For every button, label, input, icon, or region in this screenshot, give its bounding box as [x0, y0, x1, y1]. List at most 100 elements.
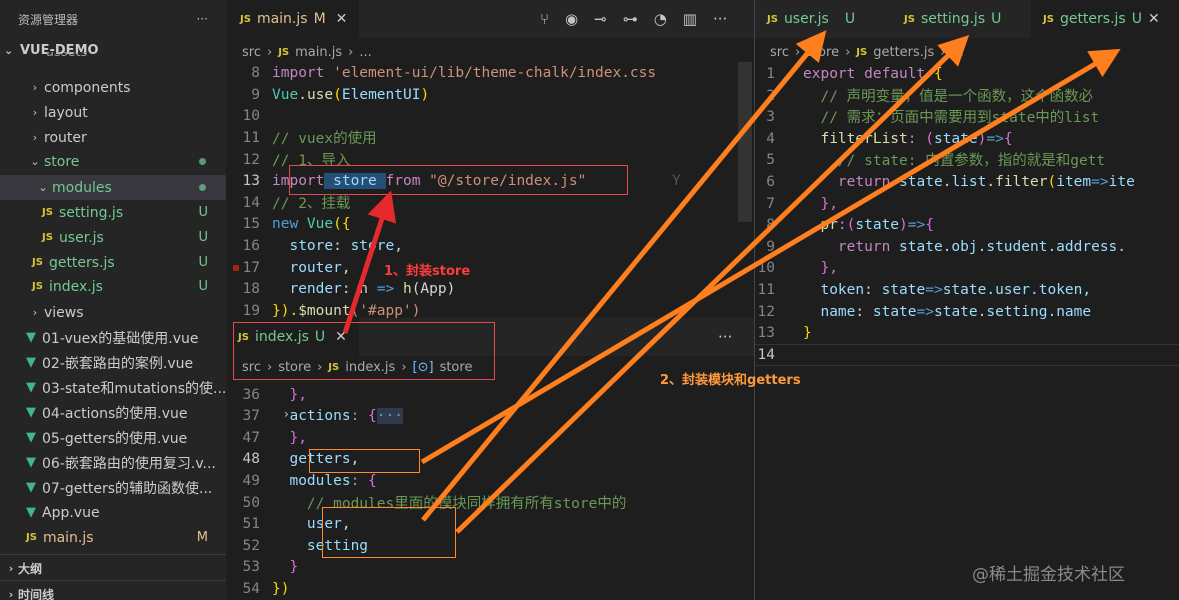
fold-indicator[interactable]: ···	[376, 407, 403, 424]
close-icon[interactable]: ✕	[336, 11, 348, 27]
tree-item-vue-03[interactable]: ▼ 03-state和mutations的使...	[0, 375, 226, 400]
code-token: state.obj.student.address.	[890, 238, 1127, 255]
tree-item-label: views	[44, 304, 84, 321]
line-number: 19	[242, 302, 260, 319]
tree-item-modules[interactable]: ⌄ modules	[0, 175, 226, 200]
timeline-section[interactable]: › 时间线	[0, 582, 226, 600]
js-file-icon: JS	[904, 13, 915, 25]
breadcrumb-item[interactable]: main.js	[295, 45, 342, 60]
js-file-icon: JS	[856, 46, 868, 58]
highlight-box-import-store	[289, 165, 628, 195]
code-token: )	[899, 216, 908, 233]
code-token: modules	[272, 472, 351, 489]
breadcrumb-item[interactable]: src	[770, 45, 789, 60]
code-token: },	[803, 259, 838, 276]
line-number: 1	[766, 65, 775, 82]
line-number: 10	[242, 107, 260, 124]
code-line: 9 return state.obj.student.address.	[755, 236, 1126, 258]
line-number: 3	[766, 108, 775, 125]
code-token: ElementUI	[341, 86, 421, 103]
code-token: $mount	[298, 302, 351, 319]
tree-item-getters-js[interactable]: JS getters.js U	[0, 250, 226, 275]
tree-item-views[interactable]: › views	[0, 300, 226, 325]
chevron-right-icon[interactable]: ›	[284, 407, 289, 421]
code-token: =>	[925, 281, 943, 298]
tree-item-vue-06[interactable]: ▼ 06-嵌套路由的使用复习.v...	[0, 450, 226, 475]
line-number: 50	[242, 494, 260, 511]
vue-file-icon: ▼	[26, 455, 36, 470]
line-number: 51	[242, 515, 260, 532]
tree-item-user-js[interactable]: JS user.js U	[0, 225, 226, 250]
tree-item-vue-07[interactable]: ▼ 07-getters的辅助函数使...	[0, 475, 226, 500]
line-number: 47	[242, 429, 260, 446]
breadcrumb-item[interactable]: ...	[359, 45, 371, 60]
breadcrumb-item[interactable]: getters.js	[873, 45, 934, 60]
tab-user-js[interactable]: JS user.js U	[755, 0, 891, 38]
tree-item-setting-js[interactable]: JS setting.js U	[0, 200, 226, 225]
code-line: 47 },	[226, 427, 307, 449]
line-number: 13	[757, 324, 775, 341]
tab-status: U	[1131, 11, 1142, 27]
tree-item-label: 03-state和mutations的使...	[42, 380, 226, 397]
code-line: 14 // 2、挂载	[226, 192, 351, 214]
code-token: .	[942, 173, 952, 190]
timeline-label: 时间线	[18, 588, 55, 600]
tree-item-label: App.vue	[42, 504, 100, 521]
git-compare-icon[interactable]: ◉	[565, 10, 578, 28]
tree-item-vue-01[interactable]: ▼ 01-vuex的基础使用.vue	[0, 325, 226, 350]
vue-file-icon: ▼	[26, 330, 36, 345]
code-token: : (	[907, 130, 934, 147]
chevron-down-icon: ⌄	[30, 155, 40, 168]
git-next-icon[interactable]: ⊶	[623, 10, 638, 28]
code-token: =>	[916, 303, 934, 320]
timeline-icon[interactable]: ◔	[654, 10, 667, 28]
tree-item-store[interactable]: ⌄ store	[0, 149, 226, 174]
more-actions-icon[interactable]: ···	[713, 10, 727, 28]
more-actions-icon[interactable]: ···	[197, 12, 208, 26]
tree-item-label: 06-嵌套路由的使用复习.v...	[42, 455, 216, 472]
code-token: state.user.token,	[942, 281, 1092, 298]
breadcrumb: src › store › JS getters.js › ...	[770, 40, 964, 64]
code-comment: // vuex的使用	[272, 131, 377, 148]
tab-main-js[interactable]: JS main.js M ✕	[226, 0, 360, 38]
scrollbar[interactable]	[738, 62, 752, 222]
tree-item-vue-02[interactable]: ▼ 02-嵌套路由的案例.vue	[0, 350, 226, 375]
code-line-current: 14	[755, 344, 1179, 366]
tree-item-vue-05[interactable]: ▼ 05-getters的使用.vue	[0, 425, 226, 450]
breadcrumb-item[interactable]: src	[242, 45, 261, 60]
status-badge: U	[198, 279, 208, 294]
outline-section[interactable]: › 大纲	[0, 556, 226, 581]
tab-getters-js[interactable]: JS getters.js U ✕	[1031, 0, 1179, 38]
tree-item-assets[interactable]: assets	[0, 52, 226, 64]
tab-label: user.js	[783, 11, 829, 27]
tab-setting-js[interactable]: JS setting.js U	[891, 0, 1031, 38]
tree-item-label: components	[44, 79, 131, 96]
line-number: 54	[242, 580, 260, 597]
code-token: import	[272, 64, 325, 81]
code-token: default	[855, 65, 926, 82]
git-previous-icon[interactable]: ⊸	[594, 10, 607, 28]
code-token: =>	[1091, 173, 1109, 190]
code-line: 4 filterList: (state) =>{	[755, 128, 1012, 150]
tree-item-layout[interactable]: › layout	[0, 100, 226, 125]
close-icon[interactable]: ✕	[1148, 11, 1160, 27]
breakpoint-icon[interactable]	[233, 265, 239, 271]
tree-item-app-vue[interactable]: ▼ App.vue	[0, 500, 226, 525]
tree-item-index-js[interactable]: JS index.js U	[0, 274, 226, 299]
code-token: return	[803, 238, 891, 255]
tree-item-main-js[interactable]: JS main.js M	[0, 525, 226, 550]
code-line: 11 // vuex的使用	[226, 127, 377, 149]
tree-item-components[interactable]: › components	[0, 75, 226, 100]
source-control-icon[interactable]: ⑂	[540, 10, 549, 28]
line-number: 8	[251, 64, 260, 81]
code-token: ,	[341, 259, 360, 276]
split-editor-icon[interactable]: ▥	[683, 10, 697, 28]
tree-item-vue-04[interactable]: ▼ 04-actions的使用.vue	[0, 400, 226, 425]
tree-item-router[interactable]: › router	[0, 125, 226, 150]
more-actions-icon[interactable]: ···	[718, 328, 732, 346]
code-line: 18 render: h => h (App)	[226, 278, 456, 300]
breadcrumb-item[interactable]: store	[806, 45, 839, 60]
code-token: },	[272, 386, 307, 403]
js-file-icon: JS	[1043, 13, 1054, 25]
breadcrumb-item[interactable]: ...	[952, 45, 964, 60]
